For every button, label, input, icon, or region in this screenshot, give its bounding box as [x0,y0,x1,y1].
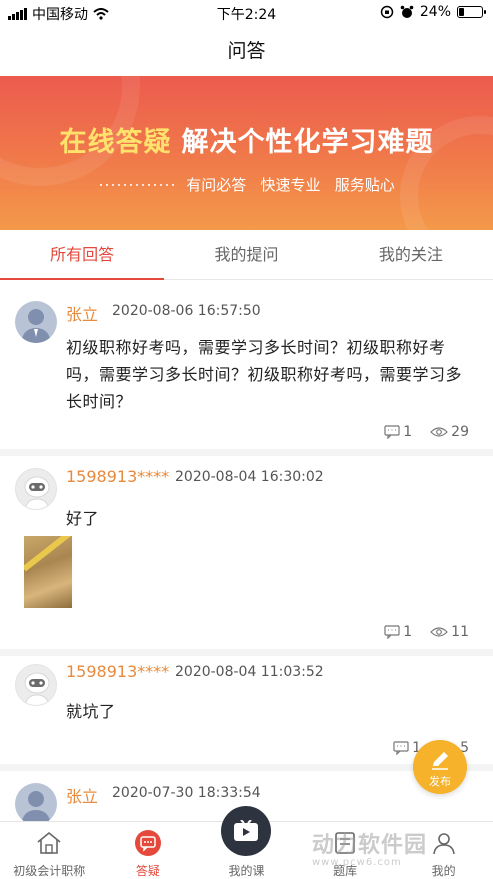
robot-avatar-icon [24,476,50,509]
author-name[interactable]: 1598913**** [66,662,169,681]
post-content[interactable]: 初级职称好考吗，需要学习多长时间？初级职称好考吗，需要学习多长时间？初级职称好考… [66,334,478,415]
play-icon [234,820,259,841]
post-stats: 1 11 [384,624,469,640]
banner-headline-white: 解决个性化学习难题 [181,127,434,158]
post-content[interactable]: 就坑了 [66,698,478,725]
post-image-thumbnail[interactable] [24,536,72,608]
post-time: 2020-08-04 11:03:52 [175,664,324,680]
watermark: 动力软件园 www.pcw6.com [312,827,427,868]
watermark-text: 动力软件园 [312,833,428,858]
banner-tagline: 有问必答 快速专业 服务贴心 [186,176,395,194]
banner-tagline-row: 有问必答 快速专业 服务贴心 [0,174,493,195]
tabbar-item-home[interactable]: 初级会计职称 [0,822,99,879]
battery-icon [457,6,486,18]
author-name[interactable]: 1598913**** [66,467,169,486]
tab-bar: 所有回答 我的提问 我的关注 [0,230,493,280]
tabbar-label: 答疑 [135,864,160,878]
comment-count[interactable]: 1 [384,624,412,640]
robot-avatar-icon [24,672,50,705]
answer-feed[interactable]: 张立 2020-08-06 16:57:50 初级职称好考吗，需要学习多长时间？… [0,281,493,821]
view-count: 29 [430,424,469,440]
tabbar-label: 初级会计职称 [13,864,86,878]
post-stats: 1 29 [384,424,469,440]
view-count: 11 [430,624,469,640]
author-name[interactable]: 张立 [66,783,98,807]
person-avatar-icon [21,791,51,821]
battery-percent: 24% [419,4,451,20]
tab-my-questions[interactable]: 我的提问 [164,230,328,279]
avatar[interactable] [15,468,57,510]
publish-label: 发布 [429,775,451,788]
banner-headline-yellow: 在线答疑 [59,127,172,158]
list-item[interactable]: 1598913**** 2020-08-04 16:30:02 好了 1 11 [0,456,493,656]
status-right: 24% [380,4,486,20]
banner-headline: 在线答疑 解决个性化学习难题 [0,120,493,159]
view-count-value: 29 [451,424,469,440]
tab-all-answers[interactable]: 所有回答 [0,230,165,280]
page-title: 问答 [227,40,266,62]
user-icon [432,833,455,855]
banner[interactable]: 在线答疑 解决个性化学习难题 有问必答 快速专业 服务贴心 [0,76,493,230]
author-name[interactable]: 张立 [66,301,98,325]
post-time: 2020-08-04 16:30:02 [175,469,324,485]
comment-icon [393,741,409,755]
list-item[interactable]: 张立 2020-08-06 16:57:50 初级职称好考吗，需要学习多长时间？… [0,281,493,456]
comment-icon [384,625,400,639]
tabbar-item-my-course[interactable]: 我的课 [197,806,296,879]
avatar[interactable] [15,783,57,821]
status-bar: 中国移动 下午2:24 24% [0,0,493,26]
post-time: 2020-08-06 16:57:50 [112,303,261,319]
person-avatar-icon [21,309,51,343]
comment-count-value: 1 [403,424,413,440]
post-time: 2020-07-30 18:33:54 [112,785,261,801]
eye-icon [430,627,449,637]
post-content[interactable]: 好了 [66,505,478,532]
dotted-divider [98,183,177,186]
eye-icon [430,427,449,437]
tabbar-item-qa[interactable]: 答疑 [99,822,198,879]
comment-count-value: 1 [403,624,413,640]
pencil-icon [432,752,448,770]
comment-icon [384,425,400,439]
battery-fill [459,8,464,16]
avatar[interactable] [15,664,57,706]
my-course-center-button[interactable] [221,806,272,856]
rotation-lock-icon [380,5,394,19]
home-icon [37,831,61,854]
alarm-icon [400,5,414,18]
view-count-value: 11 [451,624,469,640]
publish-button[interactable]: 发布 [413,740,467,794]
tab-my-follows[interactable]: 我的关注 [329,230,493,279]
tabbar-label: 我的课 [228,864,265,878]
watermark-sub: www.pcw6.com [312,857,402,868]
comment-count[interactable]: 1 [384,424,412,440]
chat-icon [134,830,161,856]
avatar[interactable] [15,301,57,343]
